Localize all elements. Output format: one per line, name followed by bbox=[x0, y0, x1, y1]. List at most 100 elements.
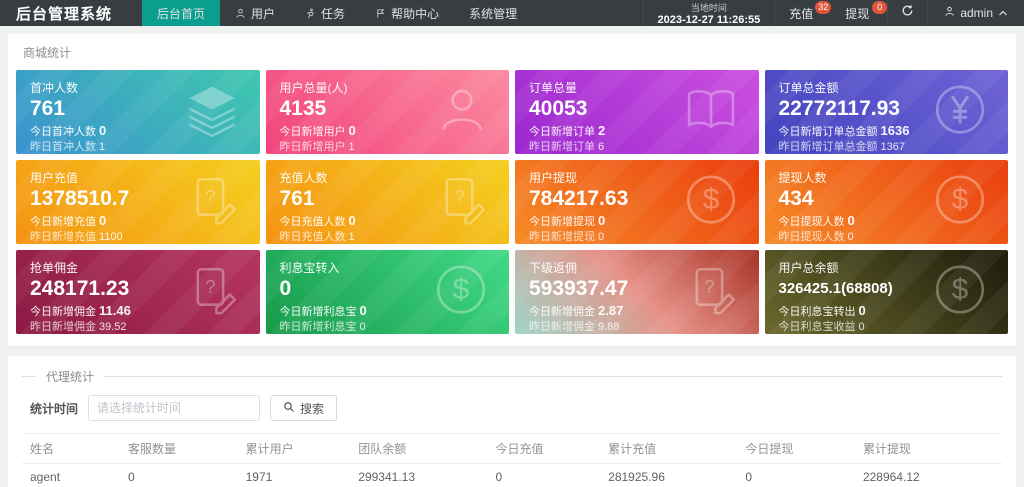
dollar-circle-icon: $ bbox=[683, 172, 739, 233]
stat-card-first-recharge-users: 首冲人数 761 今日首冲人数 0 昨日首冲人数 1 bbox=[16, 70, 260, 154]
svg-text:?: ? bbox=[454, 186, 464, 207]
caret-up-icon bbox=[998, 6, 1008, 20]
dollar-circle-icon: $ bbox=[433, 262, 489, 323]
refresh-button[interactable] bbox=[888, 0, 927, 26]
stat-card-total-users: 用户总量(人) 4135 今日新增用户 0 昨日新增用户 1 bbox=[265, 70, 509, 154]
main-nav: 后台首页 用户 任务 帮助中心 系统管理 bbox=[142, 0, 532, 26]
local-time-label: 当地时间 bbox=[690, 2, 727, 13]
col-total-recharge: 累计充值 bbox=[600, 433, 738, 464]
agent-section-title: 代理统计 bbox=[46, 370, 95, 384]
svg-text:$: $ bbox=[952, 273, 969, 306]
local-time: 当地时间 2023-12-27 11:26:55 bbox=[644, 0, 775, 26]
card-line-yesterday: 昨日新增佣金 9.88 bbox=[529, 321, 620, 333]
stat-card-order-commission: 抢单佣金 248171.23 今日新增佣金 11.46 昨日新增佣金 39.52 ? bbox=[16, 250, 260, 334]
nav-label: 任务 bbox=[321, 6, 346, 21]
col-today-recharge: 今日充值 bbox=[487, 433, 601, 464]
username: admin bbox=[960, 6, 993, 20]
doc-question-edit-icon: ? bbox=[186, 173, 240, 232]
nav-label: 帮助中心 bbox=[391, 6, 440, 21]
stat-card-interest-transfer-in: 利息宝转入 0 今日新增利息宝 0 昨日新增利息宝 0 $ bbox=[265, 250, 509, 334]
doc-question-edit-icon: ? bbox=[435, 173, 489, 232]
stat-card-downline-rebate: 下级返佣 593937.47 今日新增佣金 2.87 昨日新增佣金 9.88 ? bbox=[515, 250, 759, 334]
table-row: agent 0 1971 299341.13 0 281925.96 0 228… bbox=[22, 463, 1002, 487]
stats-panel: 商城统计 首冲人数 761 今日首冲人数 0 昨日首冲人数 1 用户总量(人) 41… bbox=[8, 34, 1016, 346]
recharge-button[interactable]: 充值 32 bbox=[775, 0, 832, 26]
agent-table: 姓名 客服数量 累计用户 团队余额 今日充值 累计充值 今日提现 累计提现 ag… bbox=[22, 433, 1002, 487]
dollar-circle-icon: $ bbox=[932, 262, 988, 323]
flag-icon bbox=[375, 8, 386, 19]
cell: 228964.12 bbox=[854, 463, 1002, 487]
yen-circle-icon bbox=[932, 82, 988, 143]
cell: 0 bbox=[737, 463, 855, 487]
col-name: 姓名 bbox=[22, 433, 120, 464]
card-line-yesterday: 昨日新增充值 1100 bbox=[30, 231, 123, 243]
card-line-yesterday: 昨日新增用户 1 bbox=[279, 141, 355, 153]
stat-card-total-orders: 订单总量 40053 今日新增订单 2 昨日新增订单 6 bbox=[515, 70, 759, 154]
topbar-right: 当地时间 2023-12-27 11:26:55 充值 32 提现 0 admi… bbox=[642, 0, 1024, 26]
recharge-label: 充值 bbox=[789, 6, 814, 21]
stat-card-recharge-users: 充值人数 761 今日充值人数 0 昨日充值人数 1 ? bbox=[265, 160, 509, 244]
topbar: 后台管理系统 后台首页 用户 任务 帮助中心 系统管理 当地时间 2023-12… bbox=[0, 0, 1024, 26]
col-service-count: 客服数量 bbox=[120, 433, 238, 464]
layers-icon bbox=[184, 82, 240, 143]
col-today-withdraw: 今日提现 bbox=[737, 433, 855, 464]
col-total-users: 累计用户 bbox=[237, 433, 351, 464]
cell: agent bbox=[22, 463, 120, 487]
nav-label: 系统管理 bbox=[469, 6, 518, 21]
svg-text:?: ? bbox=[205, 186, 215, 207]
svg-text:?: ? bbox=[704, 276, 714, 297]
svg-text:$: $ bbox=[952, 183, 969, 216]
time-label: 统计时间 bbox=[30, 401, 79, 416]
col-team-balance: 团队余额 bbox=[350, 433, 488, 464]
stat-card-user-withdraw: 用户提现 784217.63 今日新增提现 0 昨日新增提现 0 $ bbox=[515, 160, 759, 244]
local-time-value: 2023-12-27 11:26:55 bbox=[657, 13, 761, 26]
cell: 1971 bbox=[237, 463, 351, 487]
cell: 299341.13 bbox=[350, 463, 488, 487]
agent-search-form: 统计时间 搜索 bbox=[30, 395, 1002, 421]
search-icon bbox=[283, 401, 295, 416]
runner-icon bbox=[305, 7, 316, 19]
withdraw-label: 提现 bbox=[845, 6, 870, 21]
withdraw-badge: 0 bbox=[872, 1, 888, 14]
nav-item-users[interactable]: 用户 bbox=[220, 0, 290, 26]
stat-cards-grid: 首冲人数 761 今日首冲人数 0 昨日首冲人数 1 用户总量(人) 4135 今日… bbox=[16, 70, 1008, 334]
refresh-icon bbox=[901, 4, 914, 22]
nav-label: 后台首页 bbox=[157, 6, 206, 21]
table-header-row: 姓名 客服数量 累计用户 团队余额 今日充值 累计充值 今日提现 累计提现 bbox=[22, 433, 1002, 464]
doc-question-edit-icon: ? bbox=[186, 263, 240, 322]
dollar-circle-icon: $ bbox=[932, 172, 988, 233]
cell: 0 bbox=[487, 463, 601, 487]
user-icon bbox=[435, 83, 489, 142]
svg-text:$: $ bbox=[702, 183, 719, 216]
recharge-badge: 32 bbox=[815, 1, 832, 14]
stat-card-user-recharge: 用户充值 1378510.7 今日新增充值 0 昨日新增充值 1100 ? bbox=[16, 160, 260, 244]
doc-question-edit-icon: ? bbox=[685, 263, 739, 322]
nav-item-home[interactable]: 后台首页 bbox=[142, 0, 221, 26]
nav-item-system[interactable]: 系统管理 bbox=[454, 0, 532, 26]
agent-fieldset: 代理统计 统计时间 搜索 bbox=[22, 368, 1002, 421]
nav-label: 用户 bbox=[251, 6, 276, 21]
search-button[interactable]: 搜索 bbox=[270, 395, 338, 421]
svg-text:?: ? bbox=[205, 276, 215, 297]
agent-panel: 代理统计 统计时间 搜索 姓名 客服数量 累计用户 团队余额 今日充值 累计充值 bbox=[8, 356, 1016, 487]
stats-section-title: 商城统计 bbox=[23, 46, 72, 60]
time-range-input[interactable] bbox=[88, 395, 261, 421]
person-icon bbox=[944, 6, 955, 20]
book-icon bbox=[683, 82, 739, 143]
app-title: 后台管理系统 bbox=[16, 5, 113, 23]
stat-card-user-total-balance: 用户总余额 326425.1(68808) 今日利息宝转出 0 今日利息宝收益 0 … bbox=[764, 250, 1008, 334]
user-menu[interactable]: admin bbox=[928, 0, 1024, 26]
nav-item-tasks[interactable]: 任务 bbox=[290, 0, 360, 26]
nav-item-help-center[interactable]: 帮助中心 bbox=[360, 0, 454, 26]
cell: 281925.96 bbox=[600, 463, 738, 487]
col-total-withdraw: 累计提现 bbox=[854, 433, 1002, 464]
card-line-yesterday: 昨日充值人数 1 bbox=[279, 231, 355, 243]
stat-card-withdraw-users: 提现人数 434 今日提现人数 0 昨日提现人数 0 $ bbox=[764, 160, 1008, 244]
search-button-label: 搜索 bbox=[300, 401, 325, 416]
stat-card-total-order-amount: 订单总金额 22772117.93 今日新增订单总金额 1636 昨日新增订单总金… bbox=[764, 70, 1008, 154]
svg-text:$: $ bbox=[453, 273, 470, 306]
cell: 0 bbox=[120, 463, 238, 487]
withdraw-button[interactable]: 提现 0 bbox=[831, 0, 888, 26]
card-line-yesterday: 昨日新增佣金 39.52 bbox=[30, 321, 127, 333]
user-icon bbox=[235, 8, 246, 19]
